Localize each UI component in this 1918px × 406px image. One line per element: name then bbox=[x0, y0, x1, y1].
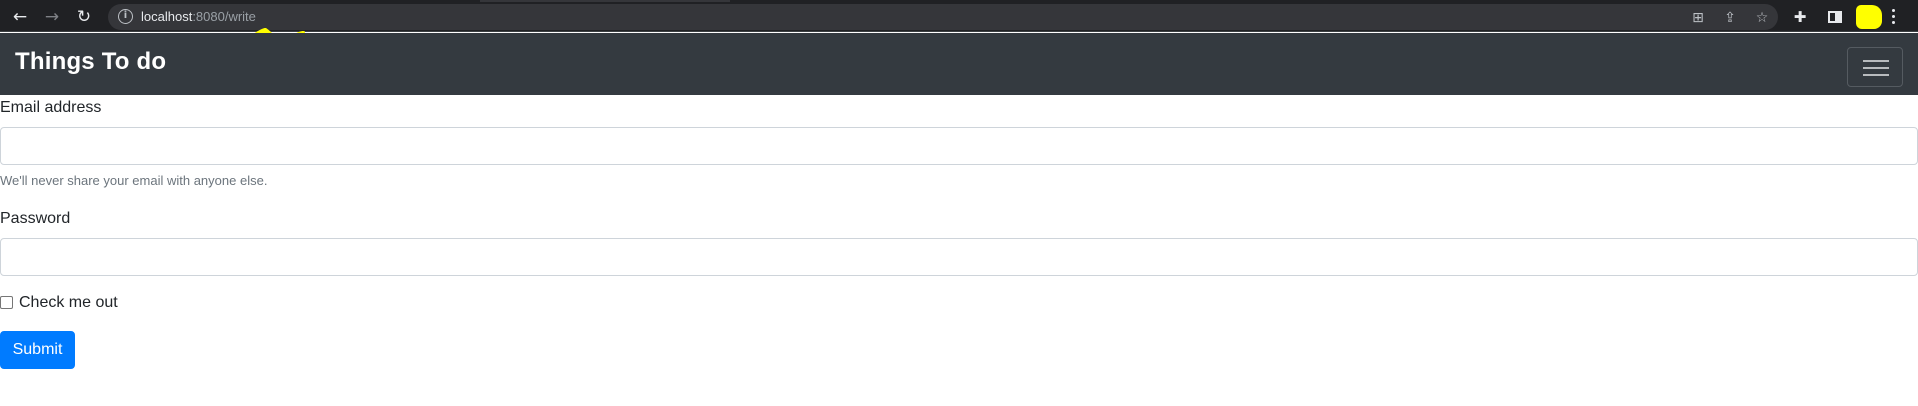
password-label: Password bbox=[0, 210, 71, 227]
address-url[interactable]: localhost:8080/write bbox=[141, 9, 256, 24]
side-panel-icon[interactable] bbox=[1828, 11, 1842, 23]
hamburger-icon bbox=[1863, 60, 1889, 62]
url-host: localhost bbox=[141, 9, 193, 24]
password-field[interactable] bbox=[0, 238, 1918, 276]
hamburger-bar bbox=[1863, 67, 1889, 69]
navbar-brand[interactable]: Things To do bbox=[15, 48, 166, 76]
navbar-toggler-button[interactable] bbox=[1847, 47, 1903, 87]
email-label: Email address bbox=[0, 99, 102, 116]
profile-avatar[interactable] bbox=[1856, 5, 1882, 29]
browser-toolbar: ← → ↻ i localhost:8080/write ⊞ ⇪ ☆ ✚ bbox=[0, 0, 1918, 32]
translate-icon[interactable]: ⊞ bbox=[1689, 9, 1707, 27]
check-me-out-label[interactable]: Check me out bbox=[19, 294, 118, 312]
extensions-puzzle-icon[interactable]: ✚ bbox=[1790, 7, 1810, 27]
navbar: Things To do bbox=[0, 33, 1918, 95]
menu-kebab-icon[interactable] bbox=[1892, 9, 1896, 25]
reload-icon[interactable]: ↻ bbox=[74, 7, 94, 27]
back-icon[interactable]: ← bbox=[10, 7, 30, 27]
forward-icon[interactable]: → bbox=[42, 7, 62, 27]
tab-strip-edge bbox=[480, 0, 730, 2]
address-bar[interactable]: i localhost:8080/write ⊞ ⇪ ☆ bbox=[108, 4, 1778, 30]
share-icon[interactable]: ⇪ bbox=[1721, 9, 1739, 27]
site-info-icon[interactable]: i bbox=[118, 9, 133, 24]
url-path: :8080/write bbox=[192, 9, 256, 24]
email-field[interactable] bbox=[0, 127, 1918, 165]
check-me-out-checkbox[interactable] bbox=[0, 296, 13, 309]
bookmark-star-icon[interactable]: ☆ bbox=[1753, 9, 1771, 27]
email-help-text: We'll never share your email with anyone… bbox=[0, 173, 268, 188]
submit-button[interactable]: Submit bbox=[0, 331, 75, 369]
hamburger-bar bbox=[1863, 74, 1889, 76]
